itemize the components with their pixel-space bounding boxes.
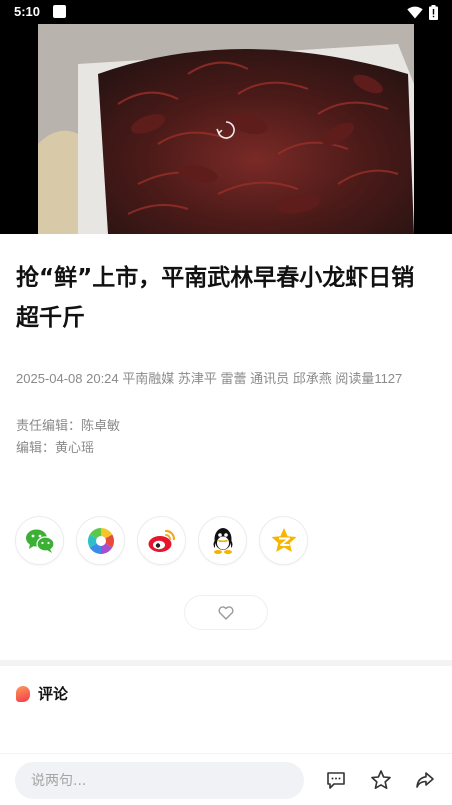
article-title: 抢“鲜”上市，平南武林早春小龙虾日销超千斤: [16, 265, 415, 331]
comment-mark-icon: [16, 685, 30, 702]
editor: 编辑：黄心瑶: [16, 441, 95, 456]
qzone-icon: [271, 528, 296, 552]
article-meta: 2025-04-08 20:24 平南融媒 苏津平 雷蕾 通讯员 邱承燕 阅读量…: [16, 371, 403, 386]
share-weibo-button[interactable]: [137, 516, 186, 565]
share-qq-button[interactable]: [198, 516, 247, 565]
status-icons: [407, 5, 438, 20]
comments-header: 评论: [16, 683, 68, 704]
bottom-bar: [0, 753, 452, 805]
comment-icon[interactable]: [325, 769, 347, 791]
battery-icon: [429, 5, 438, 20]
wifi-icon: [407, 6, 423, 19]
video-player[interactable]: [0, 24, 452, 234]
status-time: 5:10: [14, 4, 41, 19]
share-icon[interactable]: [414, 769, 436, 791]
moments-icon: [87, 527, 114, 554]
comments-title: 评论: [38, 685, 69, 703]
comment-input[interactable]: [15, 762, 304, 799]
share-wechat-button[interactable]: [15, 516, 64, 565]
star-icon[interactable]: [370, 769, 392, 791]
status-bar: 5:10: [0, 0, 452, 24]
section-divider: [0, 660, 452, 666]
like-button[interactable]: [184, 595, 268, 630]
share-moments-button[interactable]: [76, 516, 125, 565]
share-qzone-button[interactable]: [259, 516, 308, 565]
heart-icon: [218, 605, 234, 620]
weibo-icon: [148, 529, 175, 552]
loading-icon: [216, 121, 235, 139]
notification-icon: [53, 5, 66, 18]
share-row: [15, 516, 308, 565]
wechat-icon: [25, 529, 55, 553]
editor-in-charge: 责任编辑：陈卓敏: [16, 419, 121, 434]
qq-icon: [213, 527, 232, 554]
